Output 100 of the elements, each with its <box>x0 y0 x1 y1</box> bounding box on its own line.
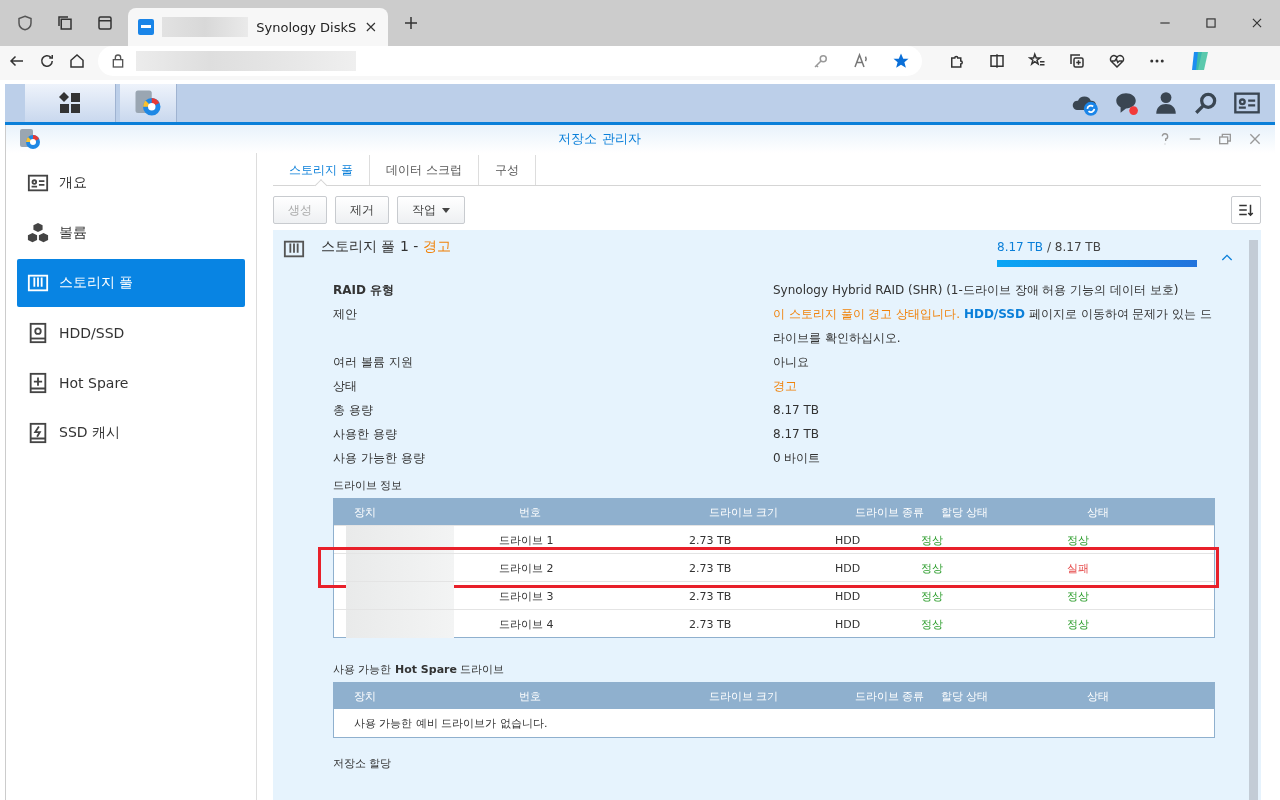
storage-pool-icon <box>27 272 49 294</box>
shield-icon[interactable] <box>16 14 34 32</box>
detail-value: 0 바이트 <box>773 450 822 467</box>
table-cell-text: 정상 <box>921 560 944 576</box>
detail-label: RAID 유형 <box>333 282 396 299</box>
table-cell-text: HDD <box>835 533 862 547</box>
detail-label: 여러 볼륨 지원 <box>333 354 414 371</box>
table-cell-text: 실패 <box>1067 560 1090 576</box>
table-cell-text: 드라이브 1 <box>499 532 555 548</box>
table-cell-text: HDD <box>835 617 862 631</box>
cubes-icon <box>27 222 49 244</box>
id-card-icon <box>27 172 49 194</box>
close-icon[interactable] <box>1250 16 1264 30</box>
database-chart-icon <box>133 88 163 118</box>
table-cell-text: 2.73 TB <box>689 589 733 603</box>
usage-text: 8.17 TB / 8.17 TB <box>997 240 1102 254</box>
table-cell-text: 2.73 TB <box>689 561 733 575</box>
table-cell-text: 정상 <box>1067 588 1090 604</box>
detail-label: 사용한 용량 <box>333 426 398 443</box>
column-header: 상태 <box>1087 504 1110 520</box>
table-cell-text: 정상 <box>921 588 944 604</box>
pool-title: 스토리지 풀 1 - 경고 <box>321 238 451 256</box>
table-cell-text: 드라이브 4 <box>499 616 555 632</box>
sidebar-item[interactable]: Hot Spare <box>17 359 245 407</box>
detail-value: 아니요 <box>773 354 810 371</box>
tab-title: Synology DiskS <box>256 19 357 35</box>
column-header: 할당 상태 <box>941 504 990 520</box>
column-header: 번호 <box>519 504 542 520</box>
lock-icon <box>110 53 126 69</box>
window-title: 저장소 관리자 <box>557 130 642 148</box>
user-icon[interactable] <box>1153 90 1179 116</box>
table-cell-text: 드라이브 3 <box>499 588 555 604</box>
column-header: 장치 <box>354 504 377 520</box>
column-header: 번호 <box>519 688 542 704</box>
maximize-icon[interactable] <box>1204 16 1218 30</box>
table-cell-text: 정상 <box>921 616 944 632</box>
sidebar-item[interactable]: 개요 <box>17 159 245 207</box>
scrollbar[interactable] <box>1249 240 1258 800</box>
section-title: 사용 가능한 Hot Spare 드라이브 <box>333 662 506 677</box>
heart-pulse-icon[interactable] <box>1108 52 1126 70</box>
star-icon[interactable] <box>892 52 910 70</box>
tabs-icon[interactable] <box>56 14 74 32</box>
plus-drive-icon <box>27 372 49 394</box>
storage-manager-button[interactable] <box>120 84 177 122</box>
table-cell-text: 2.73 TB <box>689 617 733 631</box>
home-icon[interactable] <box>68 52 86 70</box>
column-header: 드라이브 크기 <box>709 504 780 520</box>
detail-label: 상태 <box>333 378 358 395</box>
detail-value: 8.17 TB <box>773 426 821 443</box>
search-icon[interactable] <box>1193 90 1219 116</box>
column-header: 상태 <box>1087 688 1110 704</box>
tab[interactable]: 스토리지 풀 <box>273 155 370 185</box>
sidebar-icon[interactable] <box>96 14 114 32</box>
table-cell-text: 드라이브 2 <box>499 560 555 576</box>
hard-drive-icon <box>27 322 49 344</box>
table-cell-text: HDD <box>835 561 862 575</box>
table-cell-text: HDD <box>835 589 862 603</box>
sort-button[interactable] <box>1231 196 1261 224</box>
detail-value: 경고 <box>773 378 798 395</box>
detail-value: 8.17 TB <box>773 402 821 419</box>
tab[interactable]: 구성 <box>478 155 536 185</box>
detail-label: 제안 <box>333 306 358 323</box>
site-logo-icon <box>138 19 154 35</box>
plus-icon[interactable] <box>402 14 420 32</box>
sidebar-item[interactable]: 볼륨 <box>17 209 245 257</box>
main-menu-button[interactable] <box>25 84 116 122</box>
detail-value: Synology Hybrid RAID (SHR) (1-드라이브 장애 허용 기능의 데이터 보호) <box>773 282 1180 299</box>
toolbar-button[interactable]: 작업 <box>397 196 465 224</box>
sidebar-item[interactable]: HDD/SSD <box>17 309 245 357</box>
section-title: 드라이브 정보 <box>333 478 404 493</box>
split-screen-icon[interactable] <box>988 52 1006 70</box>
close-icon[interactable] <box>364 20 378 34</box>
key-icon[interactable] <box>812 52 830 70</box>
toolbar-button[interactable]: 제거 <box>335 196 389 224</box>
empty-message: 사용 가능한 예비 드라이브가 없습니다. <box>353 715 549 732</box>
detail-label: 총 용량 <box>333 402 374 419</box>
lightning-drive-icon <box>27 422 49 444</box>
detail-value: 이 스토리지 풀이 경고 상태입니다. HDD/SSD 페이지로 이동하여 문제가 있는 드라이브를 확인하십시오. <box>773 306 1214 347</box>
sidebar-item[interactable]: 스토리지 풀 <box>17 259 245 307</box>
column-header: 드라이브 종류 <box>855 504 926 520</box>
read-aloud-icon[interactable] <box>852 52 870 70</box>
sidebar-item[interactable]: SSD 캐시 <box>17 409 245 457</box>
column-header: 드라이브 크기 <box>709 688 780 704</box>
table-cell-text: 2.73 TB <box>689 533 733 547</box>
column-header: 드라이브 종류 <box>855 688 926 704</box>
reload-icon[interactable] <box>38 52 56 70</box>
restore-icon[interactable] <box>1217 131 1233 147</box>
grid-icon <box>58 91 82 115</box>
column-header: 할당 상태 <box>941 688 990 704</box>
collections-icon[interactable] <box>1068 52 1086 70</box>
hdd-ssd-link[interactable]: HDD/SSD <box>963 307 1025 321</box>
table-cell-text: 정상 <box>921 532 944 548</box>
browser-tab[interactable]: Synology DiskS <box>128 8 388 46</box>
database-chart-icon <box>18 127 42 151</box>
table-cell-text: 정상 <box>1067 532 1090 548</box>
table-cell-text: 정상 <box>1067 616 1090 632</box>
section-title: 저장소 할당 <box>333 756 393 771</box>
column-header: 장치 <box>354 688 377 704</box>
chat-icon[interactable] <box>1113 90 1139 116</box>
tab[interactable]: 데이터 스크럽 <box>369 155 479 185</box>
